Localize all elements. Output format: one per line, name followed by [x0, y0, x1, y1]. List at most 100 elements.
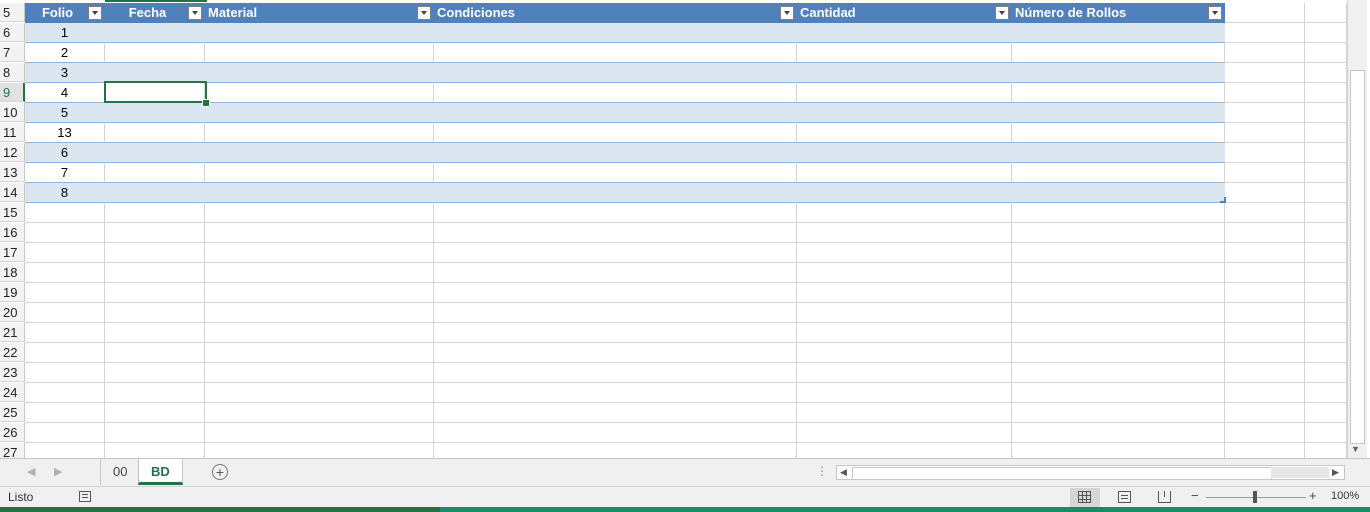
row-header[interactable]: 27 [0, 443, 25, 458]
cell[interactable] [1305, 223, 1347, 243]
cell[interactable] [434, 283, 797, 303]
cell[interactable] [1305, 423, 1347, 443]
row-header[interactable]: 11 [0, 123, 25, 142]
filter-dropdown-icon[interactable] [1208, 6, 1222, 20]
cell[interactable] [434, 423, 797, 443]
cantidad-cell[interactable] [797, 83, 1012, 103]
cell[interactable] [105, 423, 205, 443]
condiciones-cell[interactable] [434, 83, 797, 103]
cell[interactable] [205, 343, 434, 363]
cell[interactable] [1305, 103, 1347, 123]
cell[interactable] [1305, 243, 1347, 263]
cell[interactable] [205, 323, 434, 343]
cell[interactable] [1225, 143, 1305, 163]
cell[interactable] [105, 283, 205, 303]
scroll-right-arrow-icon[interactable]: ▶ [1332, 466, 1339, 479]
filter-dropdown-icon[interactable] [188, 6, 202, 20]
vertical-scrollbar[interactable]: ▼ [1347, 0, 1367, 458]
cell[interactable] [797, 363, 1012, 383]
cell[interactable] [1225, 423, 1305, 443]
page-break-preview-button[interactable] [1150, 488, 1180, 507]
cell[interactable] [797, 423, 1012, 443]
cell[interactable] [1012, 383, 1225, 403]
cell[interactable] [1225, 43, 1305, 63]
cell[interactable] [1225, 283, 1305, 303]
cell[interactable] [797, 443, 1012, 458]
column-header-folio[interactable]: Folio [25, 3, 105, 23]
fecha-cell[interactable] [105, 123, 205, 143]
cell[interactable] [25, 263, 105, 283]
cell[interactable] [1305, 123, 1347, 143]
cell[interactable] [205, 303, 434, 323]
filter-dropdown-icon[interactable] [995, 6, 1009, 20]
folio-cell[interactable]: 1 [25, 23, 105, 43]
numero-rollos-cell[interactable] [1012, 103, 1225, 123]
filter-dropdown-icon[interactable] [417, 6, 431, 20]
cell[interactable] [105, 383, 205, 403]
cell[interactable] [105, 243, 205, 263]
tab-split-handle-icon[interactable]: ⋮ [816, 464, 828, 478]
normal-view-button[interactable] [1070, 488, 1100, 507]
numero-rollos-cell[interactable] [1012, 63, 1225, 83]
cell[interactable] [25, 223, 105, 243]
cell[interactable] [1225, 403, 1305, 423]
cell[interactable] [1012, 323, 1225, 343]
cell[interactable] [25, 423, 105, 443]
condiciones-cell[interactable] [434, 123, 797, 143]
row-header[interactable]: 12 [0, 143, 25, 162]
cell[interactable] [105, 443, 205, 458]
column-header-condiciones[interactable]: Condiciones [434, 3, 797, 23]
horizontal-scrollbar[interactable]: ◀ ▶ [836, 465, 1345, 480]
zoom-level[interactable]: 100% [1331, 490, 1359, 502]
row-header[interactable]: 8 [0, 63, 25, 82]
condiciones-cell[interactable] [434, 183, 797, 203]
cell[interactable] [25, 383, 105, 403]
cell[interactable] [105, 203, 205, 223]
material-cell[interactable] [205, 143, 434, 163]
cell[interactable] [1305, 83, 1347, 103]
scroll-down-arrow-icon[interactable]: ▼ [1351, 444, 1360, 454]
next-sheet-arrow-icon[interactable]: ▶ [54, 465, 62, 478]
row-header[interactable]: 22 [0, 343, 25, 362]
cell[interactable] [205, 403, 434, 423]
cell[interactable] [1225, 103, 1305, 123]
cell[interactable] [25, 403, 105, 423]
filter-dropdown-icon[interactable] [780, 6, 794, 20]
column-header-cantidad[interactable]: Cantidad [797, 3, 1012, 23]
numero-rollos-cell[interactable] [1012, 143, 1225, 163]
material-cell[interactable] [205, 163, 434, 183]
cell[interactable] [1305, 363, 1347, 383]
fecha-cell[interactable] [105, 183, 205, 203]
cell[interactable] [1012, 243, 1225, 263]
zoom-slider-thumb[interactable] [1253, 491, 1257, 503]
cell[interactable] [797, 223, 1012, 243]
cell[interactable] [1225, 3, 1305, 23]
condiciones-cell[interactable] [434, 63, 797, 83]
row-header[interactable]: 16 [0, 223, 25, 242]
cell[interactable] [105, 323, 205, 343]
cantidad-cell[interactable] [797, 43, 1012, 63]
cell[interactable] [25, 323, 105, 343]
folio-cell[interactable]: 3 [25, 63, 105, 83]
row-header[interactable]: 15 [0, 203, 25, 222]
condiciones-cell[interactable] [434, 43, 797, 63]
numero-rollos-cell[interactable] [1012, 83, 1225, 103]
cell[interactable] [434, 203, 797, 223]
cell[interactable] [105, 403, 205, 423]
material-cell[interactable] [205, 103, 434, 123]
cell[interactable] [205, 363, 434, 383]
cell[interactable] [434, 383, 797, 403]
material-cell[interactable] [205, 23, 434, 43]
row-header[interactable]: 21 [0, 323, 25, 342]
cell[interactable] [1305, 323, 1347, 343]
row-header[interactable]: 18 [0, 263, 25, 282]
cell[interactable] [25, 243, 105, 263]
cell[interactable] [105, 263, 205, 283]
row-header[interactable]: 24 [0, 383, 25, 402]
cell[interactable] [1225, 363, 1305, 383]
cell[interactable] [1305, 183, 1347, 203]
material-cell[interactable] [205, 63, 434, 83]
row-header[interactable]: 20 [0, 303, 25, 322]
cell[interactable] [1305, 203, 1347, 223]
cell[interactable] [434, 343, 797, 363]
